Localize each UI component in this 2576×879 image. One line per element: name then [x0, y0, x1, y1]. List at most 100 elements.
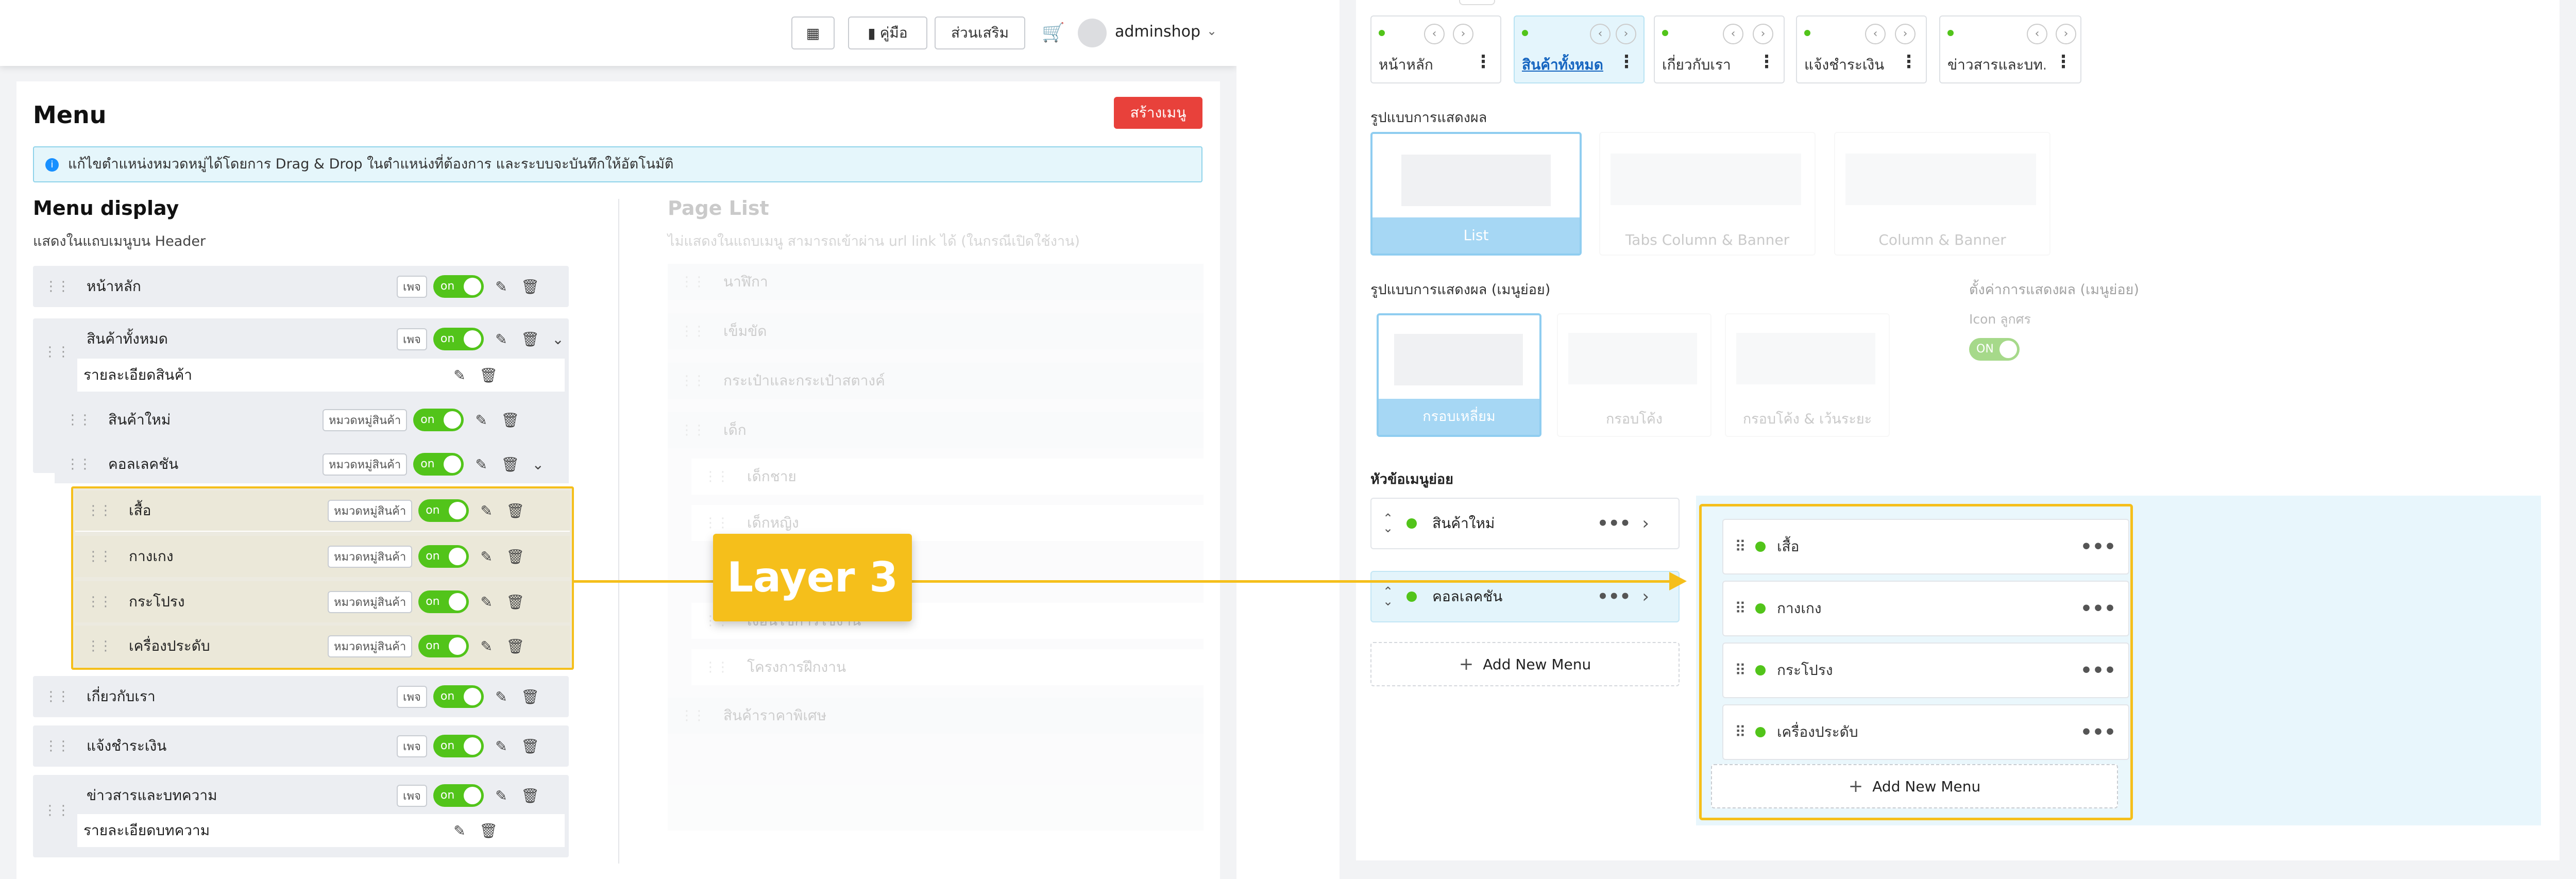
tab-about[interactable]: ‹ › เกี่ยวกับเรา ⋮ — [1654, 15, 1785, 83]
menu-item[interactable]: ⋮⋮ สินค้าทั้งหมด เพจ on ✎ 🗑 ⌄ — [33, 318, 569, 360]
icon-arrow-toggle[interactable]: ON — [1969, 338, 2020, 361]
trash-icon[interactable]: 🗑 — [501, 412, 519, 429]
trash-icon[interactable]: 🗑 — [506, 548, 524, 565]
layer3-item[interactable]: ⠿ กางเกง ••• — [1722, 581, 2129, 636]
edit-icon[interactable]: ✎ — [450, 367, 469, 384]
sub-option-rounded[interactable]: กรอบโค้ง — [1557, 313, 1711, 437]
visibility-toggle[interactable]: on — [418, 545, 469, 568]
drag-handle-icon[interactable]: ⋮⋮ — [44, 689, 70, 704]
kebab-icon[interactable]: ⋮ — [1618, 52, 1635, 72]
trash-icon[interactable]: 🗑 — [521, 787, 539, 804]
chevron-left-icon[interactable]: ‹ — [2027, 24, 2047, 44]
drag-handle-icon[interactable]: ⋮⋮ — [87, 503, 112, 518]
menu-item[interactable]: ⋮⋮ เกี่ยวกับเรา เพจ on ✎ 🗑 — [33, 676, 569, 717]
page-list-item[interactable]: ⋮⋮ เด็ก — [668, 412, 1204, 448]
edit-icon[interactable]: ✎ — [492, 331, 511, 348]
trash-icon[interactable]: 🗑 — [479, 367, 498, 384]
visibility-toggle[interactable]: on — [413, 453, 464, 476]
edit-icon[interactable]: ✎ — [472, 412, 490, 429]
tab-news[interactable]: ‹ › ข่าวสารและบท.. ⋮ — [1939, 15, 2081, 83]
edit-icon[interactable]: ✎ — [477, 638, 496, 655]
layer3-item[interactable]: ⠿ เสื้อ ••• — [1722, 519, 2129, 574]
edit-icon[interactable]: ✎ — [472, 456, 490, 473]
visibility-toggle[interactable]: on — [413, 409, 464, 431]
cart-icon[interactable]: 🛒 — [1042, 22, 1065, 43]
edit-icon[interactable]: ✎ — [492, 688, 511, 705]
more-icon[interactable]: ••• — [1597, 586, 1631, 607]
kebab-icon[interactable]: ⋮ — [2055, 52, 2072, 72]
manual-button[interactable]: ▮ คู่มือ — [848, 16, 927, 49]
drag-handle-icon[interactable]: ⋮⋮ — [87, 638, 112, 654]
chevron-right-icon[interactable]: › — [1616, 24, 1636, 44]
visibility-toggle[interactable]: on — [433, 275, 484, 298]
avatar[interactable] — [1078, 19, 1107, 47]
chevron-right-icon[interactable]: › — [2056, 24, 2076, 44]
add-new-menu-button[interactable]: + Add New Menu — [1370, 642, 1680, 686]
chevron-left-icon[interactable]: ‹ — [1590, 24, 1611, 44]
page-list-item[interactable]: ⋮⋮ เข็มขัด — [668, 313, 1204, 349]
trash-icon[interactable]: 🗑 — [521, 688, 539, 705]
layer3-item[interactable]: ⠿ กระโปรง ••• — [1722, 643, 2129, 698]
grid-button[interactable]: ▦ — [791, 16, 835, 49]
drag-handle-icon[interactable]: ⋮⋮ — [44, 279, 70, 294]
visibility-toggle[interactable]: on — [433, 328, 484, 350]
drag-handle-icon[interactable]: ⋮⋮ — [87, 549, 112, 564]
chevron-right-icon[interactable]: › — [1753, 24, 1773, 44]
sub-option-square[interactable]: กรอบเหลี่ยม — [1377, 313, 1541, 437]
drag-handle-icon[interactable]: ⋮⋮ — [66, 457, 92, 472]
menu-item[interactable]: ⋮⋮ สินค้าใหม่ หมวดหมู่สินค้า on ✎ 🗑 — [55, 401, 569, 439]
chevron-right-icon[interactable]: › — [1642, 586, 1649, 607]
chevron-left-icon[interactable]: ‹ — [1723, 24, 1743, 44]
edit-icon[interactable]: ✎ — [492, 738, 511, 755]
addon-button[interactable]: ส่วนเสริม — [935, 16, 1025, 49]
menu-item[interactable]: ⋮⋮ เครื่องประดับ หมวดหมู่สินค้า on ✎ 🗑 — [75, 626, 570, 667]
drag-handle-icon[interactable]: ⋮⋮ — [87, 594, 112, 610]
trash-icon[interactable]: 🗑 — [506, 638, 524, 655]
trash-icon[interactable]: 🗑 — [521, 738, 539, 755]
submenu-item-active[interactable]: ⌃ ⌄ คอลเลคชัน ••• › — [1370, 571, 1680, 622]
drag-handle-icon[interactable]: ⋮⋮ — [66, 412, 92, 428]
visibility-toggle[interactable]: on — [418, 590, 469, 613]
chevron-down-icon[interactable]: ⌄ — [1207, 24, 1217, 38]
drag-handle-icon[interactable]: ⋮⋮ — [43, 344, 70, 360]
chevron-right-icon[interactable]: › — [1453, 24, 1473, 44]
menu-item[interactable]: ⋮⋮ แจ้งชำระเงิน เพจ on ✎ 🗑 — [33, 725, 569, 767]
chevron-right-icon[interactable]: › — [1642, 513, 1649, 534]
more-icon[interactable]: ••• — [2080, 598, 2116, 619]
menu-item[interactable]: ⋮⋮ เสื้อ หมวดหมู่สินค้า on ✎ 🗑 — [75, 491, 570, 532]
page-list-item[interactable]: ⋮⋮ กระเป๋าและกระเป๋าสตางค์ — [668, 363, 1204, 399]
trash-icon[interactable]: 🗑 — [479, 822, 498, 839]
sub-option-rounded-spaced[interactable]: กรอบโค้ง & เว้นระยะ — [1725, 313, 1890, 437]
page-list-item[interactable]: ⋮⋮ นาฬิกา — [668, 264, 1204, 300]
page-list-item[interactable]: ⋮⋮ สินค้าราคาพิเศษ — [668, 698, 1204, 734]
sort-icon[interactable]: ⌃ ⌄ — [1383, 512, 1393, 534]
layout-option-column[interactable]: Column & Banner — [1834, 132, 2050, 256]
edit-icon[interactable]: ✎ — [477, 548, 496, 565]
tab-payment[interactable]: ‹ › แจ้งชำระเงิน ⋮ — [1796, 15, 1927, 83]
drag-handle-icon[interactable]: ⠿ — [1735, 723, 1746, 741]
page-list-item[interactable]: ⋮⋮ โครงการฝึกงาน — [691, 649, 1204, 685]
menu-item[interactable]: ⋮⋮ กางเกง หมวดหมู่สินค้า on ✎ 🗑 — [75, 536, 570, 577]
menu-item[interactable]: ⋮⋮ หน้าหลัก เพจ on ✎ 🗑 — [33, 266, 569, 307]
edit-icon[interactable]: ✎ — [492, 787, 511, 804]
kebab-icon[interactable]: ⋮ — [1900, 52, 1918, 72]
submenu-item[interactable]: รายละเอียดสินค้า ✎ 🗑 — [77, 359, 565, 392]
drag-handle-icon[interactable]: ⠿ — [1735, 538, 1746, 556]
visibility-toggle[interactable]: on — [418, 499, 469, 522]
layer3-item[interactable]: ⠿ เครื่องประดับ ••• — [1722, 704, 2129, 760]
tab-main[interactable]: ‹ › หน้าหลัก ⋮ — [1370, 15, 1501, 83]
more-icon[interactable]: ••• — [1597, 513, 1631, 534]
visibility-toggle[interactable]: on — [433, 735, 484, 757]
trash-icon[interactable]: 🗑 — [501, 456, 519, 473]
trash-icon[interactable]: 🗑 — [521, 278, 539, 295]
menu-item[interactable]: ⋮⋮ กระโปรง หมวดหมู่สินค้า on ✎ 🗑 — [75, 581, 570, 622]
chevron-left-icon[interactable]: ‹ — [1865, 24, 1886, 44]
submenu-item[interactable]: ⌃ ⌄ สินค้าใหม่ ••• › — [1370, 498, 1680, 549]
trash-icon[interactable]: 🗑 — [521, 331, 539, 348]
drag-handle-icon[interactable]: ⠿ — [1735, 600, 1746, 618]
more-icon[interactable]: ••• — [2080, 660, 2116, 681]
layout-option-tabs[interactable]: Tabs Column & Banner — [1599, 132, 1816, 256]
drag-handle-icon[interactable]: ⠿ — [1735, 662, 1746, 680]
chevron-right-icon[interactable]: › — [1895, 24, 1916, 44]
chevron-down-icon[interactable]: ⌄ — [529, 456, 547, 473]
